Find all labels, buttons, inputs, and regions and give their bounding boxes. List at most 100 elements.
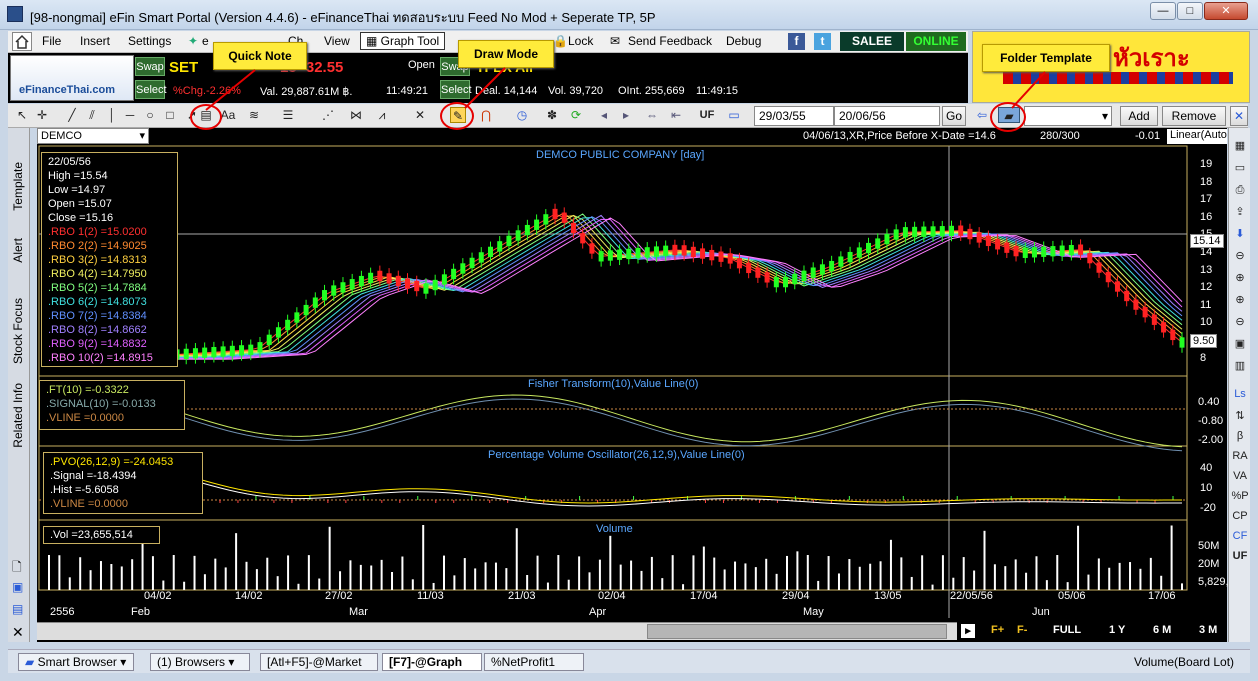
crosshair-icon[interactable]: ✛	[34, 107, 50, 123]
clock-icon[interactable]: ◷	[514, 107, 530, 123]
candle-body	[1022, 247, 1028, 258]
tool-ra[interactable]: RA	[1231, 448, 1249, 464]
gann-icon[interactable]: ⋈	[348, 107, 364, 123]
menu-send-feedback[interactable]: Send Feedback	[628, 34, 712, 48]
scroll-right-icon[interactable]: ▸	[618, 107, 634, 123]
plus-icon[interactable]: ⊕	[1231, 270, 1249, 286]
text-icon[interactable]: Aa	[220, 107, 236, 123]
close-chart-icon[interactable]: ✕	[1230, 106, 1248, 126]
vertical-line-icon[interactable]: │	[104, 107, 120, 123]
scroll-left-icon[interactable]: ◂	[596, 107, 612, 123]
screen-icon[interactable]: ▭	[726, 107, 742, 123]
tool-cp[interactable]: CP	[1231, 508, 1249, 524]
zoom-in-right-icon[interactable]: ⊕	[1231, 292, 1249, 308]
tool-uf[interactable]: UF	[1231, 548, 1249, 564]
maximize-button[interactable]: □	[1177, 2, 1203, 20]
fibonacci-icon[interactable]: ≋	[246, 107, 262, 123]
twitter-icon[interactable]: t	[814, 33, 831, 50]
box-icon[interactable]: ▣	[1231, 336, 1249, 352]
circle-icon[interactable]: ○	[142, 107, 158, 123]
menu-lock[interactable]: Lock	[568, 34, 593, 48]
timeframe-6m[interactable]: 6 M	[1153, 624, 1171, 636]
salee-button[interactable]: SALEE	[840, 32, 904, 51]
palette-icon[interactable]: ✽	[544, 107, 560, 123]
export-icon[interactable]: ⇪	[1231, 204, 1249, 220]
scroll-end-icon[interactable]: ▸	[961, 624, 975, 638]
tab-alert[interactable]: Alert	[11, 238, 25, 263]
zoom-out-right-icon[interactable]: ⊖	[1231, 314, 1249, 330]
erase-icon[interactable]: ✕	[412, 107, 428, 123]
tool-cf[interactable]: CF	[1231, 528, 1249, 544]
menu-view[interactable]: View	[324, 34, 350, 48]
line-tool-icon[interactable]: ╱	[64, 107, 80, 123]
select-button-set[interactable]: Select	[135, 80, 167, 99]
magnet-icon[interactable]: ⋂	[478, 107, 494, 123]
print-icon[interactable]: ⎙	[1231, 182, 1249, 198]
minus-icon[interactable]: ⊖	[1231, 248, 1249, 264]
add-button[interactable]: Add	[1120, 106, 1158, 126]
log-scale-icon[interactable]: Ls	[1231, 386, 1249, 402]
tab-graph[interactable]: [F7]-@Graph	[382, 653, 482, 671]
scale-select[interactable]: Linear(Auto	[1167, 129, 1227, 144]
scroll-thumb[interactable]	[647, 624, 947, 639]
timeframe-3m[interactable]: 3 M	[1199, 624, 1217, 636]
scroll-icon[interactable]: ⇅	[1231, 408, 1249, 424]
refresh-icon[interactable]: ⟳	[568, 107, 584, 123]
zoom-in-icon[interactable]: ⇤	[668, 107, 684, 123]
menu-debug[interactable]: Debug	[726, 34, 761, 48]
pointer-icon[interactable]: ↖	[14, 107, 30, 123]
save-as-icon[interactable]: ▤	[12, 602, 23, 616]
facebook-icon[interactable]: f	[788, 33, 805, 50]
tab-market[interactable]: [Atl+F5]-@Market	[260, 653, 378, 671]
menu-e[interactable]: e	[202, 34, 209, 48]
tab-template[interactable]: Template	[11, 162, 25, 211]
menu-graph-tool[interactable]: ▦ Graph Tool	[360, 32, 446, 50]
line-style-icon[interactable]: ☰	[280, 107, 296, 123]
tab-related-info[interactable]: Related Info	[11, 383, 25, 448]
uf-button[interactable]: UF	[696, 107, 718, 123]
layout-icon[interactable]: ▥	[1231, 358, 1249, 374]
new-doc-icon[interactable]: 🗋	[12, 558, 22, 579]
select-button-tfex[interactable]: Select	[440, 80, 472, 99]
smart-browser-button[interactable]: ▰ Smart Browser ▾	[18, 653, 134, 671]
swap-button-set[interactable]: Swap	[135, 57, 165, 76]
save-icon[interactable]: ▣	[12, 580, 23, 594]
tool-pp[interactable]: %P	[1231, 488, 1249, 504]
timeframe-1y[interactable]: 1 Y	[1109, 624, 1125, 636]
zoom-out-icon[interactable]: ⇔	[644, 107, 660, 123]
menu-settings[interactable]: Settings	[128, 34, 171, 48]
parallel-line-icon[interactable]: ⫽	[84, 107, 100, 123]
horizontal-line-icon[interactable]: ─	[122, 107, 138, 123]
go-button[interactable]: Go	[942, 106, 966, 126]
pattern-icon[interactable]: ⩘	[374, 107, 390, 123]
tab-netprofit[interactable]: %NetProfit1	[484, 653, 584, 671]
chart-scrollbar[interactable]	[37, 622, 957, 640]
font-down-icon[interactable]: F-	[1017, 624, 1027, 636]
symbol-input[interactable]: DEMCO ▾	[37, 128, 149, 144]
home-icon[interactable]	[12, 32, 32, 51]
font-up-icon[interactable]: F+	[991, 624, 1004, 636]
template-save-icon[interactable]: ⇦	[974, 107, 990, 123]
tool-va[interactable]: VA	[1231, 468, 1249, 484]
timeframe-full[interactable]: FULL	[1053, 624, 1081, 636]
rectangle-icon[interactable]: □	[162, 107, 178, 123]
arrow-down-icon[interactable]: ⬇	[1231, 226, 1249, 242]
candle-body	[589, 243, 595, 254]
minimize-button[interactable]: —	[1150, 2, 1176, 20]
date-to-input[interactable]: 20/06/56	[834, 106, 940, 126]
calc-icon[interactable]: ✦	[188, 34, 198, 48]
remove-button[interactable]: Remove	[1162, 106, 1226, 126]
window-icon[interactable]: ▭	[1231, 160, 1249, 176]
template-select[interactable]: ▾	[1024, 106, 1112, 126]
tool-beta[interactable]: β	[1231, 428, 1249, 444]
close-button[interactable]: ✕	[1204, 2, 1248, 20]
grid-icon[interactable]: ▦	[1231, 138, 1249, 154]
browsers-dropdown[interactable]: (1) Browsers ▾	[150, 653, 250, 671]
price-axis-label: 10	[1200, 316, 1213, 329]
tab-stock-focus[interactable]: Stock Focus	[11, 298, 25, 364]
menu-file[interactable]: File	[42, 34, 61, 48]
close-panel-icon[interactable]: ✕	[12, 624, 24, 641]
menu-insert[interactable]: Insert	[80, 34, 110, 48]
date-from-input[interactable]: 29/03/55	[754, 106, 834, 126]
fan-icon[interactable]: ⋰	[320, 107, 336, 123]
